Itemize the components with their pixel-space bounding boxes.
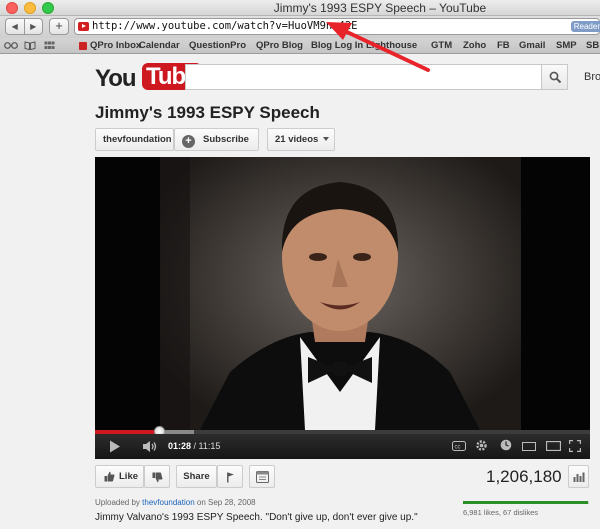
like-ratio-bar: [463, 501, 589, 504]
captions-icon[interactable]: cc: [452, 441, 466, 454]
bookmark-qpro-inbox[interactable]: QPro Inbox: [90, 40, 141, 51]
like-ratio-fill: [463, 501, 588, 504]
volume-icon[interactable]: [142, 440, 158, 456]
svg-text:cc: cc: [455, 445, 461, 451]
bookmark-zoho[interactable]: Zoho: [463, 40, 486, 51]
chevron-down-icon: [323, 137, 330, 141]
bookmark-sb[interactable]: SB: [586, 40, 599, 51]
bookmark-smp[interactable]: SMP: [556, 40, 577, 51]
browse-link[interactable]: Bro: [584, 71, 600, 83]
reader-button[interactable]: Reader: [570, 21, 600, 32]
bookmark-fb[interactable]: FB: [497, 40, 510, 51]
subscribe-label: Subscribe: [203, 134, 249, 145]
likes-dislikes-text: 6,981 likes, 67 dislikes: [463, 508, 539, 517]
channel-name-button[interactable]: thevfoundation: [95, 128, 174, 151]
transcript-button[interactable]: [249, 465, 275, 488]
thumbs-up-icon: [104, 471, 115, 482]
bookmark-lighthouse[interactable]: Lighthouse: [366, 40, 417, 51]
bookmark-calendar[interactable]: Calendar: [139, 40, 180, 51]
new-tab-button[interactable]: +: [49, 18, 69, 35]
youtube-favicon-icon: [78, 22, 89, 31]
video-title: Jimmy's 1993 ESPY Speech: [95, 103, 320, 122]
search-input[interactable]: [185, 64, 541, 90]
bookmark-blog-log-in[interactable]: Blog Log In: [311, 40, 363, 51]
player-controls: 01:28 / 11:15 cc: [95, 434, 590, 459]
bookmark-questionpro[interactable]: QuestionPro: [189, 40, 246, 51]
window-titlebar: Jimmy's 1993 ESPY Speech – YouTube: [0, 0, 600, 16]
large-player-icon[interactable]: [545, 440, 562, 454]
like-label: Like: [119, 471, 139, 482]
bookmarks-book-icon[interactable]: [24, 41, 36, 52]
statistics-button[interactable]: [568, 465, 589, 488]
search-button[interactable]: [541, 64, 568, 90]
top-sites-grid-icon[interactable]: [44, 41, 55, 52]
time-display: 01:28 / 11:15: [168, 441, 220, 451]
time-separator: /: [191, 441, 199, 451]
window-title: Jimmy's 1993 ESPY Speech – YouTube: [273, 1, 487, 15]
back-button[interactable]: ◀: [6, 19, 24, 34]
like-button[interactable]: Like: [95, 465, 144, 488]
bookmarks-bar: QPro Inbox Calendar QuestionPro QPro Blo…: [0, 38, 600, 54]
uploaded-date: on Sep 28, 2008: [194, 498, 256, 507]
settings-gear-icon[interactable]: [475, 439, 488, 455]
flag-icon: [227, 472, 234, 483]
videos-dropdown[interactable]: 21 videos: [267, 128, 335, 151]
url-text[interactable]: http://www.youtube.com/watch?v=HuoVM9nm4…: [92, 20, 358, 32]
small-player-icon[interactable]: [522, 442, 536, 454]
uploaded-info: Uploaded by thevfoundation on Sep 28, 20…: [95, 498, 256, 507]
browser-toolbar: ◀ ▶ + http://www.youtube.com/watch?v=Huo…: [0, 16, 600, 38]
video-area[interactable]: [95, 157, 590, 430]
video-description: Jimmy Valvano's 1993 ESPY Speech. "Don't…: [95, 512, 418, 523]
videos-count-label: 21 videos: [275, 134, 319, 145]
flag-button[interactable]: [217, 465, 243, 488]
uploaded-prefix: Uploaded by: [95, 498, 143, 507]
uploader-link[interactable]: thevfoundation: [142, 498, 195, 507]
thumbs-down-icon: [152, 472, 163, 483]
view-count: 1,206,180: [486, 467, 562, 486]
play-icon[interactable]: [109, 440, 121, 456]
qpro-favicon-icon: [79, 42, 87, 50]
dislike-button[interactable]: [144, 465, 170, 488]
transcript-icon: [256, 471, 269, 483]
reading-list-icon[interactable]: [4, 41, 18, 52]
youtube-page: You Tube Bro Jimmy's 1993 ESPY Speech th…: [0, 55, 600, 529]
search-icon: [549, 71, 562, 84]
share-button[interactable]: Share: [176, 465, 217, 488]
forward-button[interactable]: ▶: [23, 19, 43, 34]
address-bar[interactable]: http://www.youtube.com/watch?v=HuoVM9nm4…: [74, 18, 600, 35]
watch-later-clock-icon[interactable]: [500, 439, 512, 454]
bookmark-gmail[interactable]: Gmail: [519, 40, 545, 51]
logo-you-text: You: [95, 65, 137, 92]
plus-icon: +: [182, 135, 195, 148]
video-player[interactable]: 01:28 / 11:15 cc: [95, 157, 590, 459]
bar-chart-icon: [573, 472, 585, 482]
bookmark-gtm[interactable]: GTM: [431, 40, 452, 51]
duration: 11:15: [198, 441, 221, 451]
bookmark-qpro-blog[interactable]: QPro Blog: [256, 40, 303, 51]
video-frame-image: [160, 157, 521, 430]
subscribe-button[interactable]: + Subscribe: [174, 128, 259, 151]
current-time: 01:28: [168, 441, 192, 451]
speaker-image: [160, 157, 521, 430]
nav-buttons: ◀ ▶: [5, 18, 43, 35]
fullscreen-icon[interactable]: [568, 439, 582, 455]
